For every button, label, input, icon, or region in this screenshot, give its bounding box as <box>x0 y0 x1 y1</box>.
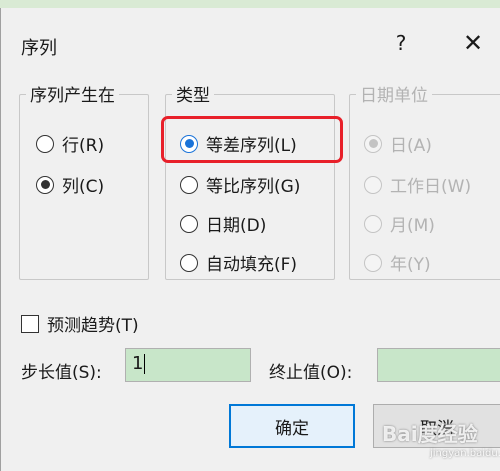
date-unit-group: 日期单位 日(A) 工作日(W) 月(M) 年(Y) <box>349 81 500 280</box>
radio-icon[interactable] <box>180 175 198 194</box>
text-caret <box>144 354 146 374</box>
radio-label-month: 月(M) <box>390 216 435 236</box>
step-input[interactable]: 1 <box>125 348 251 382</box>
step-label: 步长值(S): <box>21 363 102 383</box>
date-unit-legend: 日期单位 <box>356 81 432 106</box>
stop-input[interactable] <box>377 348 500 382</box>
radio-growth[interactable]: 等比序列(G) <box>180 172 300 197</box>
radio-month[interactable]: 月(M) <box>364 211 435 236</box>
cancel-button[interactable]: 取消 <box>373 404 500 448</box>
radio-weekday[interactable]: 工作日(W) <box>364 172 471 197</box>
radio-autofill[interactable]: 自动填充(F) <box>180 250 297 275</box>
watermark-url: jingyan.baidu.com <box>430 448 500 459</box>
radio-year[interactable]: 年(Y) <box>364 250 431 275</box>
close-button[interactable]: ✕ <box>453 26 493 60</box>
type-legend: 类型 <box>172 81 214 106</box>
dialog-title: 序列 <box>21 38 57 59</box>
radio-checked-icon[interactable] <box>364 134 382 153</box>
stop-label: 终止值(O): <box>269 363 353 383</box>
radio-day[interactable]: 日(A) <box>364 131 432 156</box>
radio-icon[interactable] <box>364 175 382 194</box>
radio-checked-icon[interactable] <box>36 175 54 194</box>
ok-button[interactable]: 确定 <box>229 404 355 448</box>
series-in-legend: 序列产生在 <box>26 81 119 106</box>
step-value: 1 <box>132 353 144 374</box>
radio-row[interactable]: 行(R) <box>36 131 104 156</box>
radio-label-growth: 等比序列(G) <box>206 177 301 197</box>
radio-label-day: 日(A) <box>390 136 432 156</box>
radio-icon[interactable] <box>180 253 198 272</box>
radio-icon[interactable] <box>364 214 382 233</box>
radio-label-year: 年(Y) <box>390 255 431 275</box>
series-dialog: 序列 ? ✕ 序列产生在 行(R) 列(C) 类型 等差序列(L) 等比序列(G… <box>0 8 500 471</box>
help-button[interactable]: ? <box>381 26 421 60</box>
radio-icon[interactable] <box>36 134 54 153</box>
radio-column[interactable]: 列(C) <box>36 172 104 197</box>
checkbox-icon[interactable] <box>21 314 39 333</box>
radio-icon[interactable] <box>180 214 198 233</box>
trend-label: 预测趋势(T) <box>47 316 139 336</box>
radio-icon[interactable] <box>364 253 382 272</box>
radio-label-date: 日期(D) <box>206 216 267 236</box>
radio-label-weekday: 工作日(W) <box>390 177 472 197</box>
highlight-box <box>161 116 343 163</box>
radio-label-autofill: 自动填充(F) <box>206 255 298 275</box>
trend-checkbox-row[interactable]: 预测趋势(T) <box>21 311 139 336</box>
radio-date[interactable]: 日期(D) <box>180 211 266 236</box>
radio-label-column: 列(C) <box>62 177 105 197</box>
series-in-group: 序列产生在 行(R) 列(C) <box>19 81 149 280</box>
radio-label-row: 行(R) <box>62 136 105 156</box>
